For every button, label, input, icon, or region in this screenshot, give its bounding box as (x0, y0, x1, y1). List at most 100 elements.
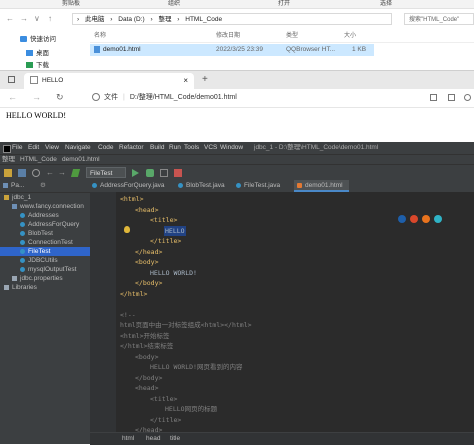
address-bar[interactable]: 文件 | D:/整理/HTML_Code/demo01.html (92, 92, 422, 104)
tab-label: FileTest.java (244, 182, 281, 189)
chrome-icon[interactable] (410, 215, 418, 223)
column-type[interactable]: 类型 (286, 31, 298, 42)
tree-item[interactable]: jdbc_1 (4, 193, 31, 202)
ribbon-select[interactable]: 选择 (380, 0, 392, 8)
menu-tools[interactable]: Tools (184, 142, 199, 154)
tree-item-label: Libraries (12, 284, 37, 291)
coverage-icon[interactable] (160, 169, 168, 177)
open-folder-icon[interactable] (4, 169, 12, 177)
code-line: HELLO (165, 226, 185, 235)
java-class-icon (20, 257, 25, 263)
column-modified[interactable]: 修改日期 (216, 31, 240, 42)
forward-arrow-icon[interactable]: → (32, 92, 41, 102)
forward-arrow-icon[interactable]: → (58, 168, 66, 177)
code-line: </head> (135, 247, 163, 256)
tab-blob-test[interactable]: BlobTest.java (178, 180, 225, 192)
ide-menu-bar: File Edit View Navigate Code Refactor Bu… (0, 142, 474, 154)
tree-item[interactable]: Libraries (4, 283, 37, 292)
debug-icon[interactable] (146, 169, 154, 177)
breadcrumb-head[interactable]: head (146, 433, 160, 445)
sidebar-item-label: 下载 (36, 62, 49, 69)
breadcrumb-title[interactable]: title (170, 433, 180, 445)
tree-item[interactable]: www.fancy.connection (12, 202, 84, 211)
path-segment-this-pc[interactable]: 此电脑 (85, 16, 105, 23)
favorites-icon[interactable] (430, 94, 437, 101)
up-arrow-icon[interactable]: ↑ (48, 14, 52, 24)
tab-actions-icon[interactable] (8, 76, 15, 83)
sidebar-item-desktop[interactable]: 桌面 (26, 49, 49, 59)
tab-file-test[interactable]: FileTest.java (236, 180, 280, 192)
save-icon[interactable] (18, 169, 26, 177)
ribbon-clipboard[interactable]: 剪贴板 (62, 0, 80, 8)
collections-icon[interactable] (448, 94, 455, 101)
column-name[interactable]: 名称 (94, 31, 106, 42)
firefox-icon[interactable] (422, 215, 430, 223)
sidebar-item-quick-access[interactable]: 快速访问 (20, 35, 56, 45)
menu-refactor[interactable]: Refactor (119, 142, 144, 154)
breadcrumb-html[interactable]: html (122, 433, 134, 445)
path-segment-html-code[interactable]: HTML_Code (185, 16, 222, 23)
tree-item[interactable]: ConnectionTest (20, 238, 73, 247)
code-line: <!-- (120, 310, 136, 319)
menu-code[interactable]: Code (98, 142, 114, 154)
code-line: <title> (150, 394, 178, 403)
page-icon (30, 76, 38, 85)
menu-vcs[interactable]: VCS (204, 142, 217, 154)
run-config-selector[interactable]: FileTest (86, 167, 126, 178)
explorer-ribbon: 剪贴板 组织 打开 选择 (0, 0, 474, 9)
explorer-search-input[interactable]: 搜索"HTML_Code" (404, 13, 474, 25)
code-line: HELLO WORLD! (150, 268, 197, 277)
file-row[interactable]: demo01.html 2022/3/25 23:39 QQBrowser HT… (90, 44, 374, 56)
explorer-path-breadcrumb[interactable]: › 此电脑 › Data (D:) › 整理 › HTML_Code (72, 13, 392, 25)
ribbon-open[interactable]: 打开 (278, 0, 290, 8)
gear-icon[interactable]: ⚙ (40, 180, 46, 192)
menu-run[interactable]: Run (169, 142, 181, 154)
menu-view[interactable]: View (45, 142, 59, 154)
forward-arrow-icon[interactable]: → (20, 14, 28, 24)
project-panel: Pa... ⚙ jdbc_1 www.fancy.connection Addres… (0, 180, 90, 444)
intellij-browser-icon[interactable] (398, 215, 406, 223)
path-segment-data-drive[interactable]: Data (D:) (118, 16, 144, 23)
code-line: HELLO WORLD!网页看到的内容 (150, 363, 243, 371)
path-sep-icon: › (77, 16, 80, 23)
build-hammer-icon[interactable] (70, 169, 81, 177)
tree-item[interactable]: jdbc.properties (12, 274, 63, 283)
stop-icon[interactable] (174, 169, 182, 177)
tree-item[interactable]: BlobTest (20, 229, 53, 238)
sync-icon[interactable] (32, 169, 40, 177)
browser-tab[interactable]: HELLO × (24, 73, 194, 89)
menu-file[interactable]: File (12, 142, 22, 154)
recent-dropdown-icon[interactable]: ∨ (34, 14, 40, 24)
menu-build[interactable]: Build (150, 142, 164, 154)
tree-item[interactable]: JDBCUtils (20, 256, 58, 265)
tree-item[interactable]: AddressForQuery (20, 220, 79, 229)
tree-item[interactable]: mysqlOutputTest (20, 265, 76, 274)
run-icon[interactable] (132, 169, 139, 177)
profile-icon[interactable] (464, 94, 471, 101)
column-size[interactable]: 大小 (344, 31, 356, 42)
menu-navigate[interactable]: Navigate (65, 142, 91, 154)
code-editor[interactable]: <html> <head> <title> HELLO </title> </head> <… (116, 192, 474, 434)
close-tab-icon[interactable]: × (183, 73, 188, 89)
browser-tab-bar: HELLO × + (0, 71, 474, 89)
tab-address-for-query[interactable]: AddressForQuery.java (92, 180, 165, 192)
tab-demo01-html[interactable]: demo01.html (294, 180, 349, 192)
ribbon-organize[interactable]: 组织 (168, 0, 180, 8)
back-arrow-icon[interactable]: ← (46, 168, 54, 177)
new-tab-icon[interactable]: + (202, 73, 208, 87)
project-panel-title[interactable]: Pa... (11, 180, 24, 192)
refresh-icon[interactable]: ↻ (56, 92, 64, 103)
path-segment-zhengli[interactable]: 整理 (158, 16, 171, 23)
java-class-icon (20, 266, 25, 272)
menu-window[interactable]: Window (220, 142, 243, 154)
tree-item[interactable]: Addresses (20, 211, 59, 220)
intention-bulb-icon[interactable] (124, 226, 130, 233)
tree-item-label: FileTest (28, 248, 51, 255)
file-modified: 2022/3/25 23:39 (216, 46, 263, 53)
code-line: <body> (135, 258, 159, 266)
back-arrow-icon[interactable]: ← (6, 14, 14, 24)
back-arrow-icon[interactable]: ← (8, 92, 17, 102)
tree-item[interactable]: FileTest (20, 247, 50, 256)
menu-edit[interactable]: Edit (28, 142, 39, 154)
edge-icon[interactable] (434, 215, 442, 223)
